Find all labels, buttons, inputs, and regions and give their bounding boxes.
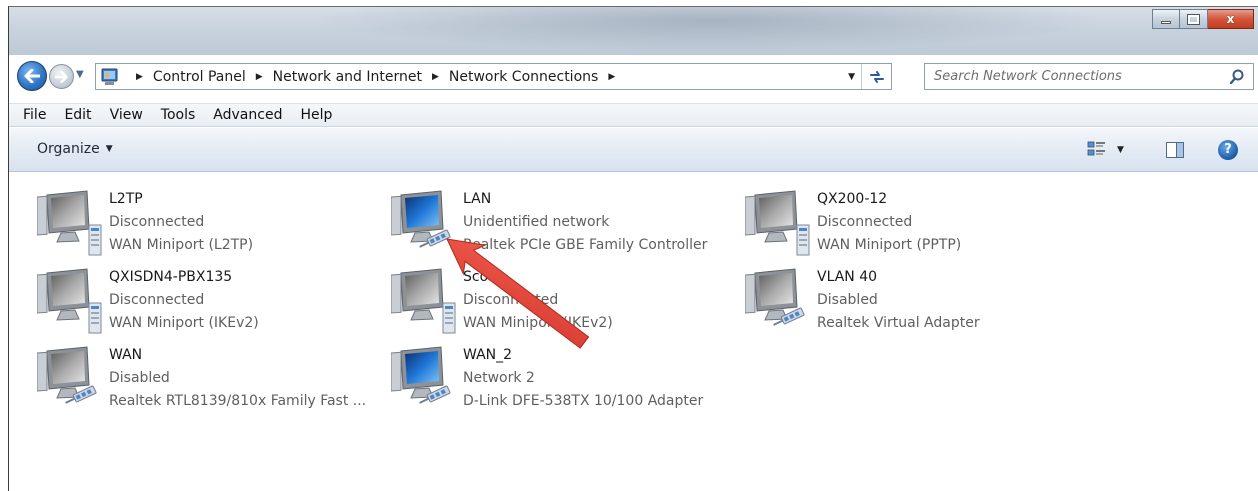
connection-device: WAN Miniport (IKEv2) <box>463 315 613 331</box>
connection-name: Scott <box>463 269 500 285</box>
close-button[interactable]: x <box>1208 9 1254 29</box>
monitor-blue-with-cable-icon <box>390 187 463 261</box>
monitor-gray-with-server-icon <box>744 187 817 261</box>
organize-button[interactable]: Organize ▼ <box>37 141 113 157</box>
close-icon: x <box>1226 12 1235 26</box>
forward-arrow-icon <box>55 70 68 83</box>
connection-name: WAN <box>109 347 143 363</box>
connection-name: L2TP <box>109 191 143 207</box>
menu-view[interactable]: View <box>110 107 143 123</box>
back-button[interactable] <box>17 61 47 91</box>
connections-list: L2TP Disconnected WAN Miniport (L2TP) LA… <box>9 173 1258 491</box>
breadcrumb-separator-icon[interactable]: ▶ <box>136 72 143 82</box>
title-bar[interactable]: x <box>9 7 1258 55</box>
change-view-button[interactable]: ▼ <box>1087 141 1124 159</box>
monitor-gray-with-cable-icon <box>744 265 817 339</box>
connection-name: VLAN 40 <box>817 269 878 285</box>
menu-edit[interactable]: Edit <box>64 107 91 123</box>
minimize-button[interactable] <box>1152 9 1180 29</box>
search-icon[interactable] <box>1229 69 1245 85</box>
search-input[interactable] <box>934 69 1214 84</box>
menu-file[interactable]: File <box>23 107 46 123</box>
breadcrumb-control-panel[interactable]: Control Panel <box>153 69 246 85</box>
connection-status: Disabled <box>109 370 170 386</box>
connection-item-scott[interactable]: Scott Disconnected WAN Miniport (IKEv2) <box>390 265 731 339</box>
menu-tools[interactable]: Tools <box>161 107 196 123</box>
chevron-down-icon[interactable]: ▼ <box>1117 145 1124 155</box>
caption-buttons: x <box>1152 9 1254 29</box>
chevron-down-icon: ▼ <box>105 144 113 154</box>
menu-help[interactable]: Help <box>300 107 332 123</box>
connection-status: Disconnected <box>109 214 205 230</box>
refresh-button[interactable] <box>861 64 891 89</box>
recent-pages-dropdown[interactable]: ▼ <box>76 69 88 81</box>
connection-device: WAN Miniport (PPTP) <box>817 237 962 253</box>
navigation-row: ▼ ▶ Control Panel ▶ Network and Internet… <box>9 59 1258 93</box>
address-bar[interactable]: ▶ Control Panel ▶ Network and Internet ▶… <box>95 63 892 90</box>
breadcrumb-separator-icon[interactable]: ▶ <box>256 72 263 82</box>
breadcrumb-separator-icon[interactable]: ▶ <box>432 72 439 82</box>
menu-advanced[interactable]: Advanced <box>213 107 282 123</box>
explorer-window: x ▼ ▶ Control Panel ▶ Network and Intern… <box>8 6 1258 491</box>
connection-name: QXISDN4-PBX135 <box>109 269 233 285</box>
connection-item-qxisdn4-pbx135[interactable]: QXISDN4-PBX135 Disconnected WAN Miniport… <box>36 265 377 339</box>
connection-device: Realtek Virtual Adapter <box>817 315 980 331</box>
connection-status: Network 2 <box>463 370 535 386</box>
monitor-gray-with-server-icon <box>390 265 463 339</box>
monitor-blue-with-cable-icon <box>390 343 463 417</box>
breadcrumb-network-connections[interactable]: Network Connections <box>449 69 598 85</box>
connection-status: Unidentified network <box>463 214 610 230</box>
connection-device: WAN Miniport (L2TP) <box>109 237 254 253</box>
forward-button[interactable] <box>49 64 74 89</box>
breadcrumb-separator-icon[interactable]: ▶ <box>608 72 615 82</box>
connection-device: D-Link DFE-538TX 10/100 Adapter <box>463 393 704 409</box>
control-panel-icon <box>100 68 120 86</box>
connection-name: WAN_2 <box>463 347 513 363</box>
menu-bar: File Edit View Tools Advanced Help <box>9 103 1258 127</box>
view-options-icon <box>1087 141 1105 156</box>
connection-status: Disabled <box>817 292 878 308</box>
connection-device: Realtek RTL8139/810x Family Fast ... <box>109 393 367 409</box>
connection-name: QX200-12 <box>817 191 888 207</box>
search-box[interactable] <box>924 63 1254 90</box>
address-history-dropdown[interactable]: ▼ <box>848 72 855 82</box>
preview-pane-button[interactable] <box>1166 142 1184 158</box>
monitor-gray-with-cable-icon <box>36 343 109 417</box>
connection-status: Disconnected <box>817 214 913 230</box>
connection-item-wan-2[interactable]: WAN_2 Network 2 D-Link DFE-538TX 10/100 … <box>390 343 731 417</box>
connection-item-vlan-40[interactable]: VLAN 40 Disabled Realtek Virtual Adapter <box>744 265 1085 339</box>
connection-name: LAN <box>463 191 492 207</box>
monitor-gray-with-server-icon <box>36 265 109 339</box>
connection-status: Disconnected <box>109 292 205 308</box>
connection-item-qx200-12[interactable]: QX200-12 Disconnected WAN Miniport (PPTP… <box>744 187 1085 261</box>
connection-item-lan[interactable]: LAN Unidentified network Realtek PCIe GB… <box>390 187 731 261</box>
connection-item-wan[interactable]: WAN Disabled Realtek RTL8139/810x Family… <box>36 343 377 417</box>
connection-item-l2tp[interactable]: L2TP Disconnected WAN Miniport (L2TP) <box>36 187 377 261</box>
connection-device: WAN Miniport (IKEv2) <box>109 315 259 331</box>
connection-status: Disconnected <box>463 292 559 308</box>
monitor-gray-with-server-icon <box>36 187 109 261</box>
breadcrumb-network-and-internet[interactable]: Network and Internet <box>273 69 422 85</box>
help-button[interactable]: ? <box>1218 140 1238 160</box>
command-bar: Organize ▼ ▼ ? <box>9 128 1258 172</box>
minimize-icon <box>1161 20 1171 24</box>
refresh-icon <box>869 70 884 83</box>
maximize-icon <box>1187 13 1200 25</box>
maximize-button[interactable] <box>1180 9 1208 29</box>
connection-device: Realtek PCIe GBE Family Controller <box>463 237 708 253</box>
back-arrow-icon <box>24 69 40 83</box>
